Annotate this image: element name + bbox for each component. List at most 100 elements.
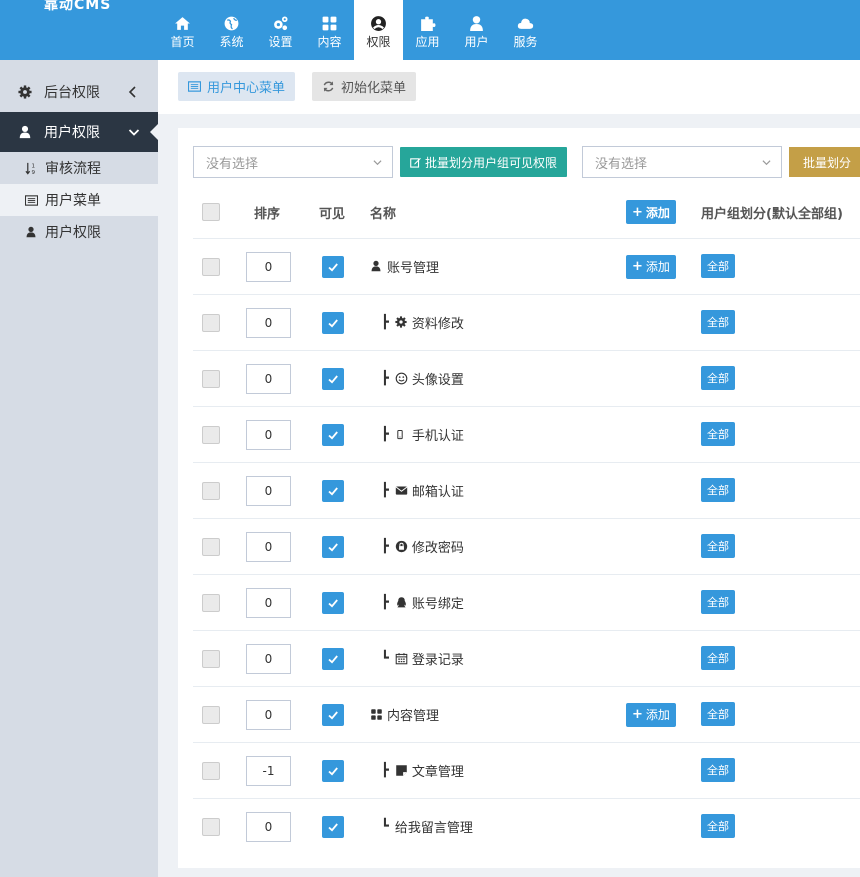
all-groups-button[interactable]: 全部 — [701, 758, 735, 782]
edit-icon — [410, 157, 421, 168]
row-checkbox[interactable] — [202, 257, 220, 276]
row-checkbox-cell — [202, 239, 220, 294]
button-label: 批量划分 — [803, 155, 852, 170]
add-cell: + 添加 — [626, 687, 676, 742]
check-icon — [327, 541, 339, 553]
all-groups-button[interactable]: 全部 — [701, 702, 735, 726]
all-groups-button[interactable]: 全部 — [701, 590, 735, 614]
row-checkbox[interactable] — [202, 425, 220, 444]
table-row: ┣ 账号绑定 全部 — [193, 574, 860, 630]
order-input[interactable] — [246, 699, 291, 730]
name-cell: ┣ 邮箱认证 — [381, 463, 464, 518]
visible-checkbox[interactable] — [322, 535, 344, 558]
add-root-button[interactable]: + 添加 — [626, 200, 676, 224]
top-nav-label: 首页 — [170, 34, 195, 49]
order-cell — [246, 687, 291, 742]
order-cell — [246, 743, 291, 798]
lock-icon — [395, 540, 408, 553]
group-cell: 全部 — [701, 743, 735, 798]
order-input[interactable] — [246, 587, 291, 618]
group-select-1[interactable]: 没有选择 — [193, 146, 393, 178]
top-nav-permissions[interactable]: 权限 — [354, 0, 403, 60]
select-placeholder: 没有选择 — [595, 156, 648, 172]
top-nav-home[interactable]: 首页 — [158, 0, 207, 60]
visible-checkbox[interactable] — [322, 591, 344, 614]
app-logo: 靠动CMS — [44, 0, 112, 13]
order-input[interactable] — [246, 251, 291, 282]
visible-checkbox[interactable] — [322, 479, 344, 502]
sidebar-item-user-menu[interactable]: 用户菜单 — [0, 184, 158, 216]
add-child-button[interactable]: + 添加 — [626, 702, 676, 727]
user-icon — [18, 125, 32, 139]
all-groups-button[interactable]: 全部 — [701, 478, 735, 502]
top-nav-system[interactable]: 系统 — [207, 0, 256, 60]
group-cell: 全部 — [701, 463, 735, 518]
row-checkbox[interactable] — [202, 369, 220, 388]
order-input[interactable] — [246, 531, 291, 562]
group-select-2[interactable]: 没有选择 — [582, 146, 782, 178]
visible-checkbox[interactable] — [322, 647, 344, 670]
svg-text:1: 1 — [32, 163, 36, 169]
row-checkbox[interactable] — [202, 593, 220, 612]
all-groups-button[interactable]: 全部 — [701, 254, 735, 278]
top-nav-content[interactable]: 内容 — [305, 0, 354, 60]
top-nav-label: 应用 — [415, 34, 440, 49]
all-groups-button[interactable]: 全部 — [701, 646, 735, 670]
row-checkbox-cell — [202, 687, 220, 742]
order-input[interactable] — [246, 307, 291, 338]
row-checkbox[interactable] — [202, 537, 220, 556]
visible-checkbox[interactable] — [322, 311, 344, 334]
order-input[interactable] — [246, 363, 291, 394]
row-checkbox[interactable] — [202, 705, 220, 724]
tab-user-center-menu[interactable]: 用户中心菜单 — [178, 72, 296, 101]
menu-panel: 没有选择 批量划分用户组可见权限 没有选择 批量划分 排序 可见 名称 + 添加 … — [178, 128, 860, 868]
check-icon — [327, 429, 339, 441]
top-nav-apps[interactable]: 应用 — [403, 0, 452, 60]
visible-checkbox[interactable] — [322, 815, 344, 838]
order-input[interactable] — [246, 811, 291, 842]
row-checkbox[interactable] — [202, 817, 220, 836]
sidebar-section-user-permissions[interactable]: 用户权限 — [0, 112, 158, 152]
row-checkbox-cell — [202, 519, 220, 574]
all-groups-button[interactable]: 全部 — [701, 534, 735, 558]
tab-init-menu[interactable]: 初始化菜单 — [312, 72, 417, 101]
select-all-checkbox[interactable] — [202, 203, 220, 221]
sidebar-item-user-permissions[interactable]: 用户权限 — [0, 216, 158, 248]
all-groups-button[interactable]: 全部 — [701, 310, 735, 334]
button-label: 添加 — [645, 260, 670, 274]
group-cell: 全部 — [701, 239, 735, 294]
row-checkbox[interactable] — [202, 761, 220, 780]
batch-visible-permission-button[interactable]: 批量划分用户组可见权限 — [400, 147, 568, 177]
order-input[interactable] — [246, 755, 291, 786]
top-nav-label: 服务 — [513, 34, 538, 49]
sidebar-section-label: 后台权限 — [44, 85, 100, 101]
row-checkbox[interactable] — [202, 481, 220, 500]
visible-checkbox[interactable] — [322, 367, 344, 390]
top-nav-services[interactable]: 服务 — [501, 0, 550, 60]
sidebar-section-admin-permissions[interactable]: 后台权限 — [0, 72, 158, 112]
visible-checkbox[interactable] — [322, 423, 344, 446]
visible-checkbox[interactable] — [322, 703, 344, 726]
tree-branch: ┗ — [381, 819, 389, 834]
batch-assign-button[interactable]: 批量划分 — [789, 147, 860, 177]
sidebar-item-review-flow[interactable]: 19 审核流程 — [0, 152, 158, 184]
order-input[interactable] — [246, 419, 291, 450]
visible-checkbox[interactable] — [322, 759, 344, 782]
gear-icon — [18, 85, 32, 99]
row-checkbox[interactable] — [202, 649, 220, 668]
row-checkbox-cell — [202, 575, 220, 630]
group-cell: 全部 — [701, 519, 735, 574]
all-groups-button[interactable]: 全部 — [701, 422, 735, 446]
all-groups-button[interactable]: 全部 — [701, 814, 735, 838]
top-nav-settings[interactable]: 设置 — [256, 0, 305, 60]
visible-cell — [322, 519, 344, 574]
top-nav-users[interactable]: 用户 — [452, 0, 501, 60]
order-input[interactable] — [246, 643, 291, 674]
row-checkbox[interactable] — [202, 313, 220, 332]
group-cell: 全部 — [701, 295, 735, 350]
all-groups-button[interactable]: 全部 — [701, 366, 735, 390]
add-child-button[interactable]: + 添加 — [626, 254, 676, 279]
order-input[interactable] — [246, 475, 291, 506]
visible-checkbox[interactable] — [322, 255, 344, 278]
menu-item-name: 资料修改 — [411, 317, 464, 332]
